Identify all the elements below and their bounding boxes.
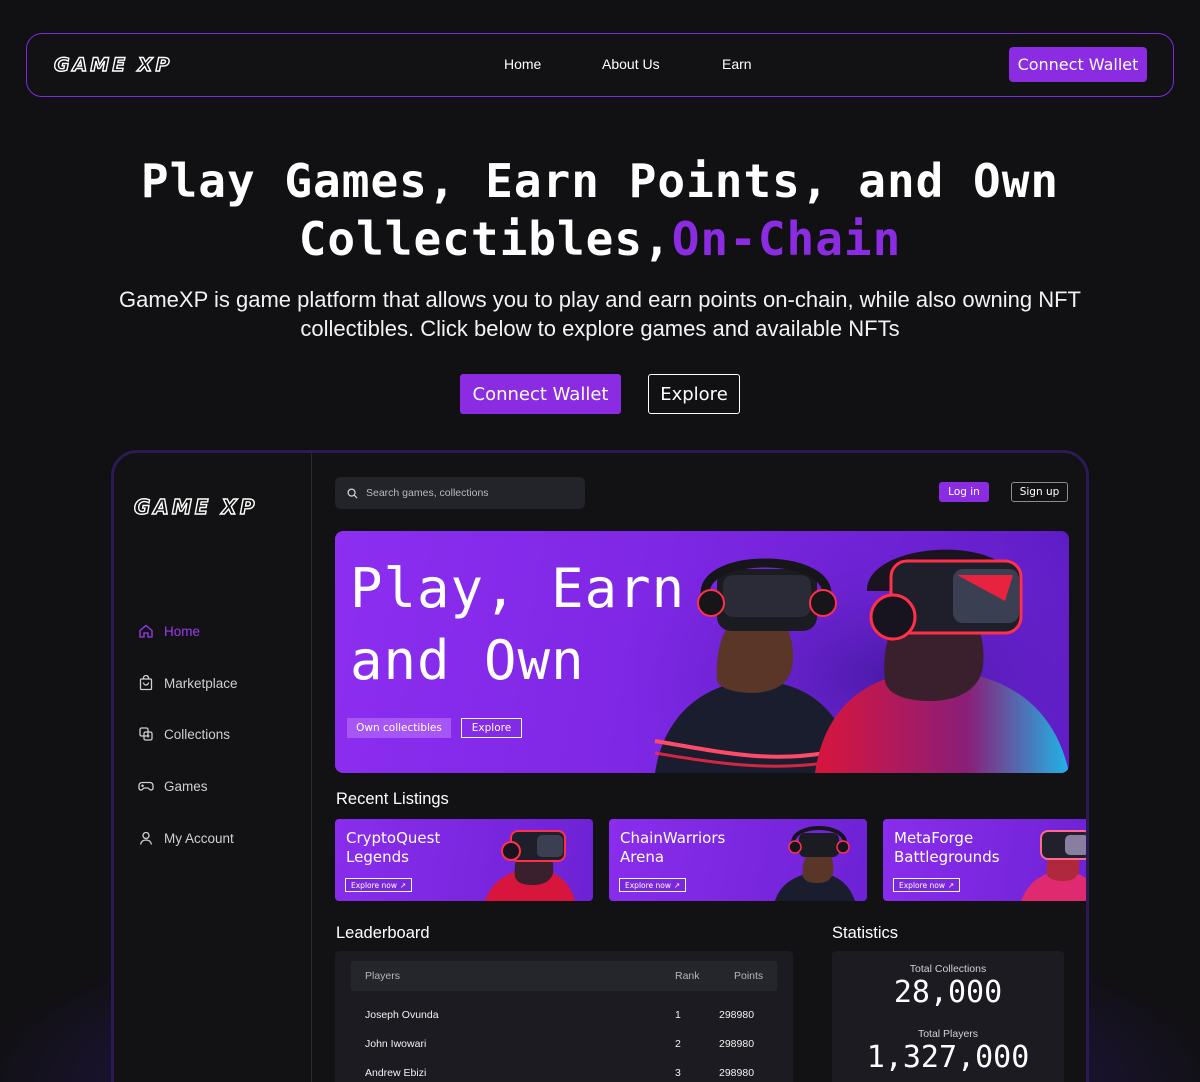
explore-now-label: Explore now bbox=[625, 880, 672, 890]
player-points: 298980 bbox=[719, 1038, 755, 1050]
player-rank: 2 bbox=[675, 1038, 681, 1050]
hero-title-line1: Play Games, Earn Points, and Own bbox=[140, 154, 1060, 208]
table-row[interactable]: John Iwowari 2 298980 bbox=[351, 1032, 777, 1056]
vr-gamers-image bbox=[635, 531, 1069, 773]
table-row[interactable]: Andrew Ebizi 3 298980 bbox=[351, 1061, 777, 1082]
banner-title-line1: Play, Earn bbox=[350, 557, 686, 620]
listing-card[interactable]: CryptoQuest Legends Explore now ↗ bbox=[335, 819, 593, 901]
explore-now-label: Explore now bbox=[899, 880, 946, 890]
column-header-players: Players bbox=[365, 970, 401, 982]
listing-card[interactable]: MetaForge Battlegrounds Explore now ↗ bbox=[883, 819, 1086, 901]
connect-wallet-button[interactable]: Connect Wallet bbox=[1009, 47, 1147, 82]
hero-subtitle: GameXP is game platform that allows you … bbox=[119, 287, 1081, 341]
vr-gamer-thumbnail bbox=[1021, 830, 1086, 901]
banner-title-line2: and Own bbox=[350, 629, 585, 692]
player-rank: 1 bbox=[675, 1009, 681, 1021]
arrow-up-right-icon: ↗ bbox=[674, 880, 681, 890]
top-navbar: GAME XP Home About Us Earn Connect Walle… bbox=[26, 33, 1174, 97]
explore-now-button[interactable]: Explore now ↗ bbox=[893, 878, 961, 892]
listing-title: CryptoQuest Legends bbox=[346, 829, 441, 866]
collections-icon bbox=[139, 727, 153, 741]
total-players-label: Total Players bbox=[917, 1028, 979, 1040]
sidebar-item-collections[interactable]: Collections bbox=[138, 726, 230, 742]
sidebar-item-label: Home bbox=[164, 623, 201, 639]
statistics-panel: Total Collections 28,000 Total Players 1… bbox=[832, 951, 1064, 1082]
explore-now-button[interactable]: Explore now ↗ bbox=[619, 878, 687, 892]
total-players-value: 1,327,000 bbox=[866, 1040, 1030, 1075]
total-collections-label: Total Collections bbox=[909, 963, 987, 975]
own-collectibles-button[interactable]: Own collectibles bbox=[347, 718, 451, 738]
arrow-up-right-icon: ↗ bbox=[400, 880, 407, 890]
column-header-points: Points bbox=[734, 970, 764, 982]
sidebar-item-label: My Account bbox=[164, 830, 234, 846]
sidebar-item-label: Collections bbox=[164, 726, 231, 742]
hero-title-line2: Collectibles, bbox=[298, 212, 672, 266]
column-header-rank: Rank bbox=[675, 970, 700, 982]
bag-icon bbox=[139, 675, 153, 691]
login-button[interactable]: Log in bbox=[939, 482, 989, 502]
app-logo[interactable]: GAME XP bbox=[133, 494, 258, 519]
search-input[interactable]: Search games, collections bbox=[335, 477, 585, 509]
table-row[interactable]: Joseph Ovunda 1 298980 bbox=[351, 1003, 777, 1027]
hero-title: Play Games, Earn Points, and Own Collect… bbox=[0, 152, 1200, 268]
leaderboard-table: Players Rank Points Joseph Ovunda 1 2989… bbox=[335, 951, 793, 1082]
nav-link-home[interactable]: Home bbox=[504, 56, 541, 72]
sidebar-item-marketplace[interactable]: Marketplace bbox=[138, 675, 238, 691]
listing-title: MetaForge Battlegrounds bbox=[894, 829, 1000, 866]
vr-gamer-thumbnail bbox=[775, 826, 855, 901]
hero-explore-button[interactable]: Explore bbox=[648, 374, 740, 414]
explore-now-button[interactable]: Explore now ↗ bbox=[345, 878, 413, 892]
banner-title: Play, Earn and Own bbox=[350, 553, 685, 697]
app-sidebar: GAME XP Home Marketplace Collections Gam… bbox=[114, 453, 312, 1082]
vr-gamer-thumbnail bbox=[485, 830, 575, 901]
banner-explore-button[interactable]: Explore bbox=[461, 718, 522, 738]
hero-connect-wallet-button[interactable]: Connect Wallet bbox=[460, 374, 621, 414]
player-name: John Iwowari bbox=[365, 1038, 427, 1050]
home-icon bbox=[139, 624, 153, 638]
sidebar-item-label: Games bbox=[164, 778, 208, 794]
search-icon bbox=[347, 487, 358, 499]
arrow-up-right-icon: ↗ bbox=[948, 880, 955, 890]
player-name: Joseph Ovunda bbox=[365, 1009, 439, 1021]
user-icon bbox=[139, 831, 153, 845]
sidebar-item-my-account[interactable]: My Account bbox=[138, 830, 234, 846]
signup-button[interactable]: Sign up bbox=[1011, 482, 1068, 502]
player-points: 298980 bbox=[719, 1067, 755, 1079]
player-points: 298980 bbox=[719, 1009, 755, 1021]
sidebar-item-home[interactable]: Home bbox=[138, 623, 200, 639]
total-collections-value: 28,000 bbox=[893, 975, 1003, 1010]
player-rank: 3 bbox=[675, 1067, 681, 1079]
search-placeholder: Search games, collections bbox=[366, 487, 489, 499]
leaderboard-title: Leaderboard bbox=[336, 924, 430, 942]
listing-card[interactable]: ChainWarriors Arena Explore now ↗ bbox=[609, 819, 867, 901]
sidebar-item-games[interactable]: Games bbox=[138, 778, 208, 794]
explore-now-label: Explore now bbox=[351, 880, 398, 890]
player-name: Andrew Ebizi bbox=[365, 1067, 427, 1079]
nav-link-about-us[interactable]: About Us bbox=[602, 56, 660, 72]
nav-link-earn[interactable]: Earn bbox=[722, 56, 752, 72]
app-preview: GAME XP Home Marketplace Collections Gam… bbox=[111, 450, 1089, 1082]
gamepad-icon bbox=[138, 781, 154, 791]
sidebar-item-label: Marketplace bbox=[164, 675, 238, 691]
table-header: Players Rank Points bbox=[351, 961, 777, 991]
statistics-title: Statistics bbox=[832, 924, 899, 942]
recent-listings-title: Recent Listings bbox=[336, 790, 449, 808]
listing-title: ChainWarriors Arena bbox=[620, 829, 726, 866]
hero-banner: Play, Earn and Own Own collectibles Expl… bbox=[335, 531, 1069, 773]
hero-title-accent: On-Chain bbox=[671, 212, 902, 266]
